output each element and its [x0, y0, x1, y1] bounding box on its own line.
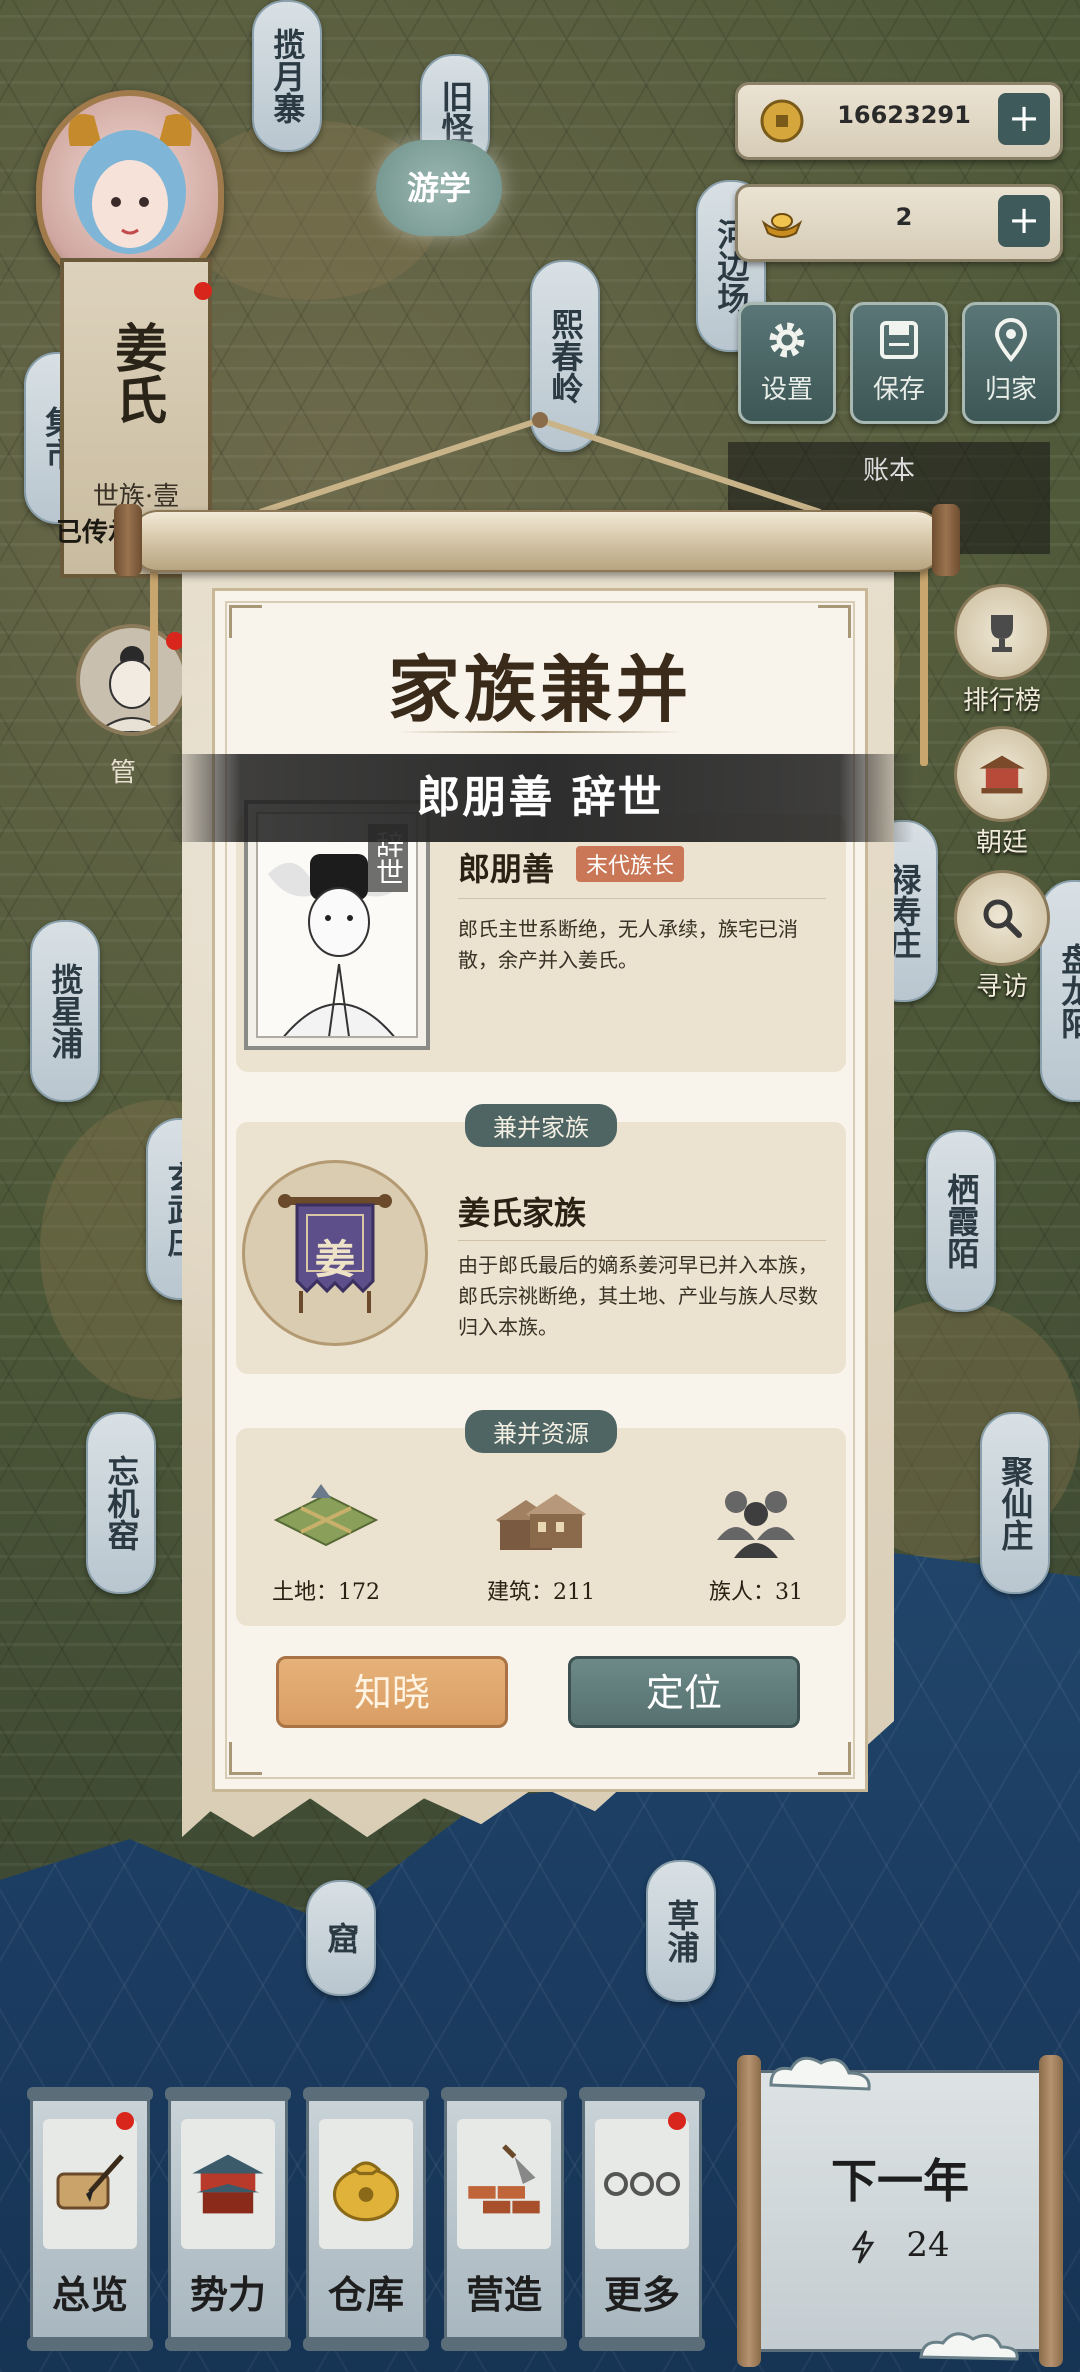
- court-button[interactable]: 朝廷: [950, 726, 1054, 859]
- frame-corner: [818, 1742, 851, 1775]
- lightning-icon: [852, 2230, 875, 2264]
- divider: [458, 898, 826, 899]
- scroll-rod: [737, 2055, 761, 2367]
- cloud-icon: [919, 2332, 1019, 2361]
- more-dots-icon: [595, 2119, 689, 2249]
- cloud-icon: [769, 2056, 871, 2091]
- family-description: 由于郎氏最后的嫡系姜河早已并入本族，郎氏宗祧断绝，其土地、产业与族人尽数归入本族…: [458, 1253, 818, 1339]
- buildings-count: 建筑：211: [487, 1580, 595, 1605]
- pagoda-icon: [181, 2119, 275, 2249]
- deceased-portrait: 辞世: [256, 812, 418, 1038]
- place-name: 盘龙陌: [1056, 943, 1080, 1039]
- place-label[interactable]: 聚仙庄: [980, 1412, 1050, 1594]
- next-year-label: 下一年: [831, 2154, 969, 2208]
- dock-cap: [165, 2087, 291, 2101]
- deceased-badge: 末代族长: [576, 846, 685, 882]
- dock-cap: [579, 2087, 705, 2101]
- merge-resources-panel: 兼并资源 土地：172 建筑：211 族人：31: [236, 1410, 846, 1626]
- dock-more-label: 更多: [603, 2272, 680, 2317]
- merge-resources-header: 兼并资源: [465, 1410, 617, 1453]
- dock-cap: [165, 2337, 291, 2351]
- scroll-tassel: [920, 566, 928, 766]
- dock-cap: [303, 2337, 429, 2351]
- visit-button[interactable]: 寻访: [950, 870, 1054, 1003]
- ranking-button[interactable]: 排行榜: [950, 584, 1054, 717]
- place-label[interactable]: 揽星浦: [30, 920, 100, 1102]
- members-count: 族人：31: [709, 1580, 803, 1605]
- dock-power-label: 势力: [189, 2272, 266, 2317]
- dock-warehouse-label: 仓库: [327, 2272, 404, 2317]
- scroll-rod: [1039, 2055, 1063, 2367]
- place-label[interactable]: 草浦: [646, 1860, 716, 2002]
- place-name: 忘机窑: [102, 1455, 141, 1551]
- scroll-brush-icon: [43, 2119, 137, 2249]
- title-divider: [395, 731, 685, 733]
- merge-family-panel: 兼并家族 姜 姜氏家族 由于郎氏最后的嫡系姜河早已并入本族，郎氏宗祧断绝，其土地…: [236, 1104, 846, 1374]
- land-count: 土地：172: [272, 1580, 380, 1605]
- land-resource: 土地：172: [236, 1480, 416, 1606]
- visit-label: 寻访: [975, 972, 1028, 1002]
- money-bag-icon: [319, 2119, 413, 2249]
- dock-build[interactable]: 营造: [441, 2087, 567, 2351]
- family-banner-emblem: 姜: [242, 1160, 428, 1346]
- dock-overview[interactable]: 总览: [27, 2087, 153, 2351]
- dock-cap: [441, 2087, 567, 2101]
- place-label[interactable]: 窟: [306, 1880, 376, 1996]
- locate-button[interactable]: 定位: [568, 1656, 800, 1728]
- merge-family-header: 兼并家族: [465, 1104, 617, 1147]
- next-year-button[interactable]: 下一年 24: [737, 2055, 1063, 2367]
- court-label: 朝廷: [975, 828, 1028, 858]
- place-name: 聚仙庄: [996, 1455, 1035, 1551]
- palace-icon: [954, 726, 1050, 822]
- family-name: 姜氏家族: [458, 1194, 587, 1232]
- farmland-icon: [273, 1484, 379, 1547]
- dock-build-label: 营造: [465, 2272, 542, 2317]
- notification-dot: [668, 2112, 686, 2130]
- dock-cap: [27, 2087, 153, 2101]
- place-name: 揽星浦: [46, 963, 85, 1059]
- deceased-description: 郎氏主世系断绝，无人承续，族宅已消散，余产并入姜氏。: [458, 917, 798, 972]
- bricks-trowel-icon: [457, 2119, 551, 2249]
- advisor-label: 管: [110, 758, 137, 788]
- dock-power[interactable]: 势力: [165, 2087, 291, 2351]
- magnifier-icon: [954, 870, 1050, 966]
- dock-overview-label: 总览: [51, 2272, 128, 2317]
- deceased-panel: 辞世 郎朋善 末代族长 郎氏主世系断绝，无人承续，族宅已消散，余产并入姜氏。: [236, 800, 846, 1072]
- energy-value: 24: [906, 2225, 950, 2265]
- acknowledge-button[interactable]: 知晓: [276, 1656, 508, 1728]
- ranking-label: 排行榜: [962, 686, 1041, 716]
- people-icon: [717, 1491, 795, 1558]
- place-name: 窟: [322, 1922, 361, 1954]
- place-label[interactable]: 忘机窑: [86, 1412, 156, 1594]
- dock-cap: [441, 2337, 567, 2351]
- place-name: 栖霞陌: [942, 1173, 981, 1269]
- family-flag-char: 姜: [315, 1236, 355, 1283]
- dock-cap: [303, 2087, 429, 2101]
- dock-cap: [579, 2337, 705, 2351]
- frame-corner: [229, 1742, 262, 1775]
- energy-counter: 24: [751, 2225, 1049, 2265]
- members-resource: 族人：31: [666, 1480, 846, 1606]
- notification-dot: [116, 2112, 134, 2130]
- death-announcement-banner: 郎朋善 辞世: [166, 754, 914, 842]
- scroll-tassel: [150, 566, 158, 726]
- place-name: 草浦: [662, 1899, 701, 1963]
- deceased-name: 郎朋善: [458, 850, 555, 888]
- dock-warehouse[interactable]: 仓库: [303, 2087, 429, 2351]
- divider: [458, 1240, 826, 1241]
- place-label[interactable]: 栖霞陌: [926, 1130, 996, 1312]
- dock-cap: [27, 2337, 153, 2351]
- buildings-resource: 建筑：211: [451, 1480, 631, 1606]
- dock-more[interactable]: 更多: [579, 2087, 705, 2351]
- scroll-roller: [114, 504, 960, 576]
- dialog-title: 家族兼并: [387, 647, 692, 732]
- buildings-icon: [496, 1494, 586, 1550]
- notification-dot: [166, 632, 184, 650]
